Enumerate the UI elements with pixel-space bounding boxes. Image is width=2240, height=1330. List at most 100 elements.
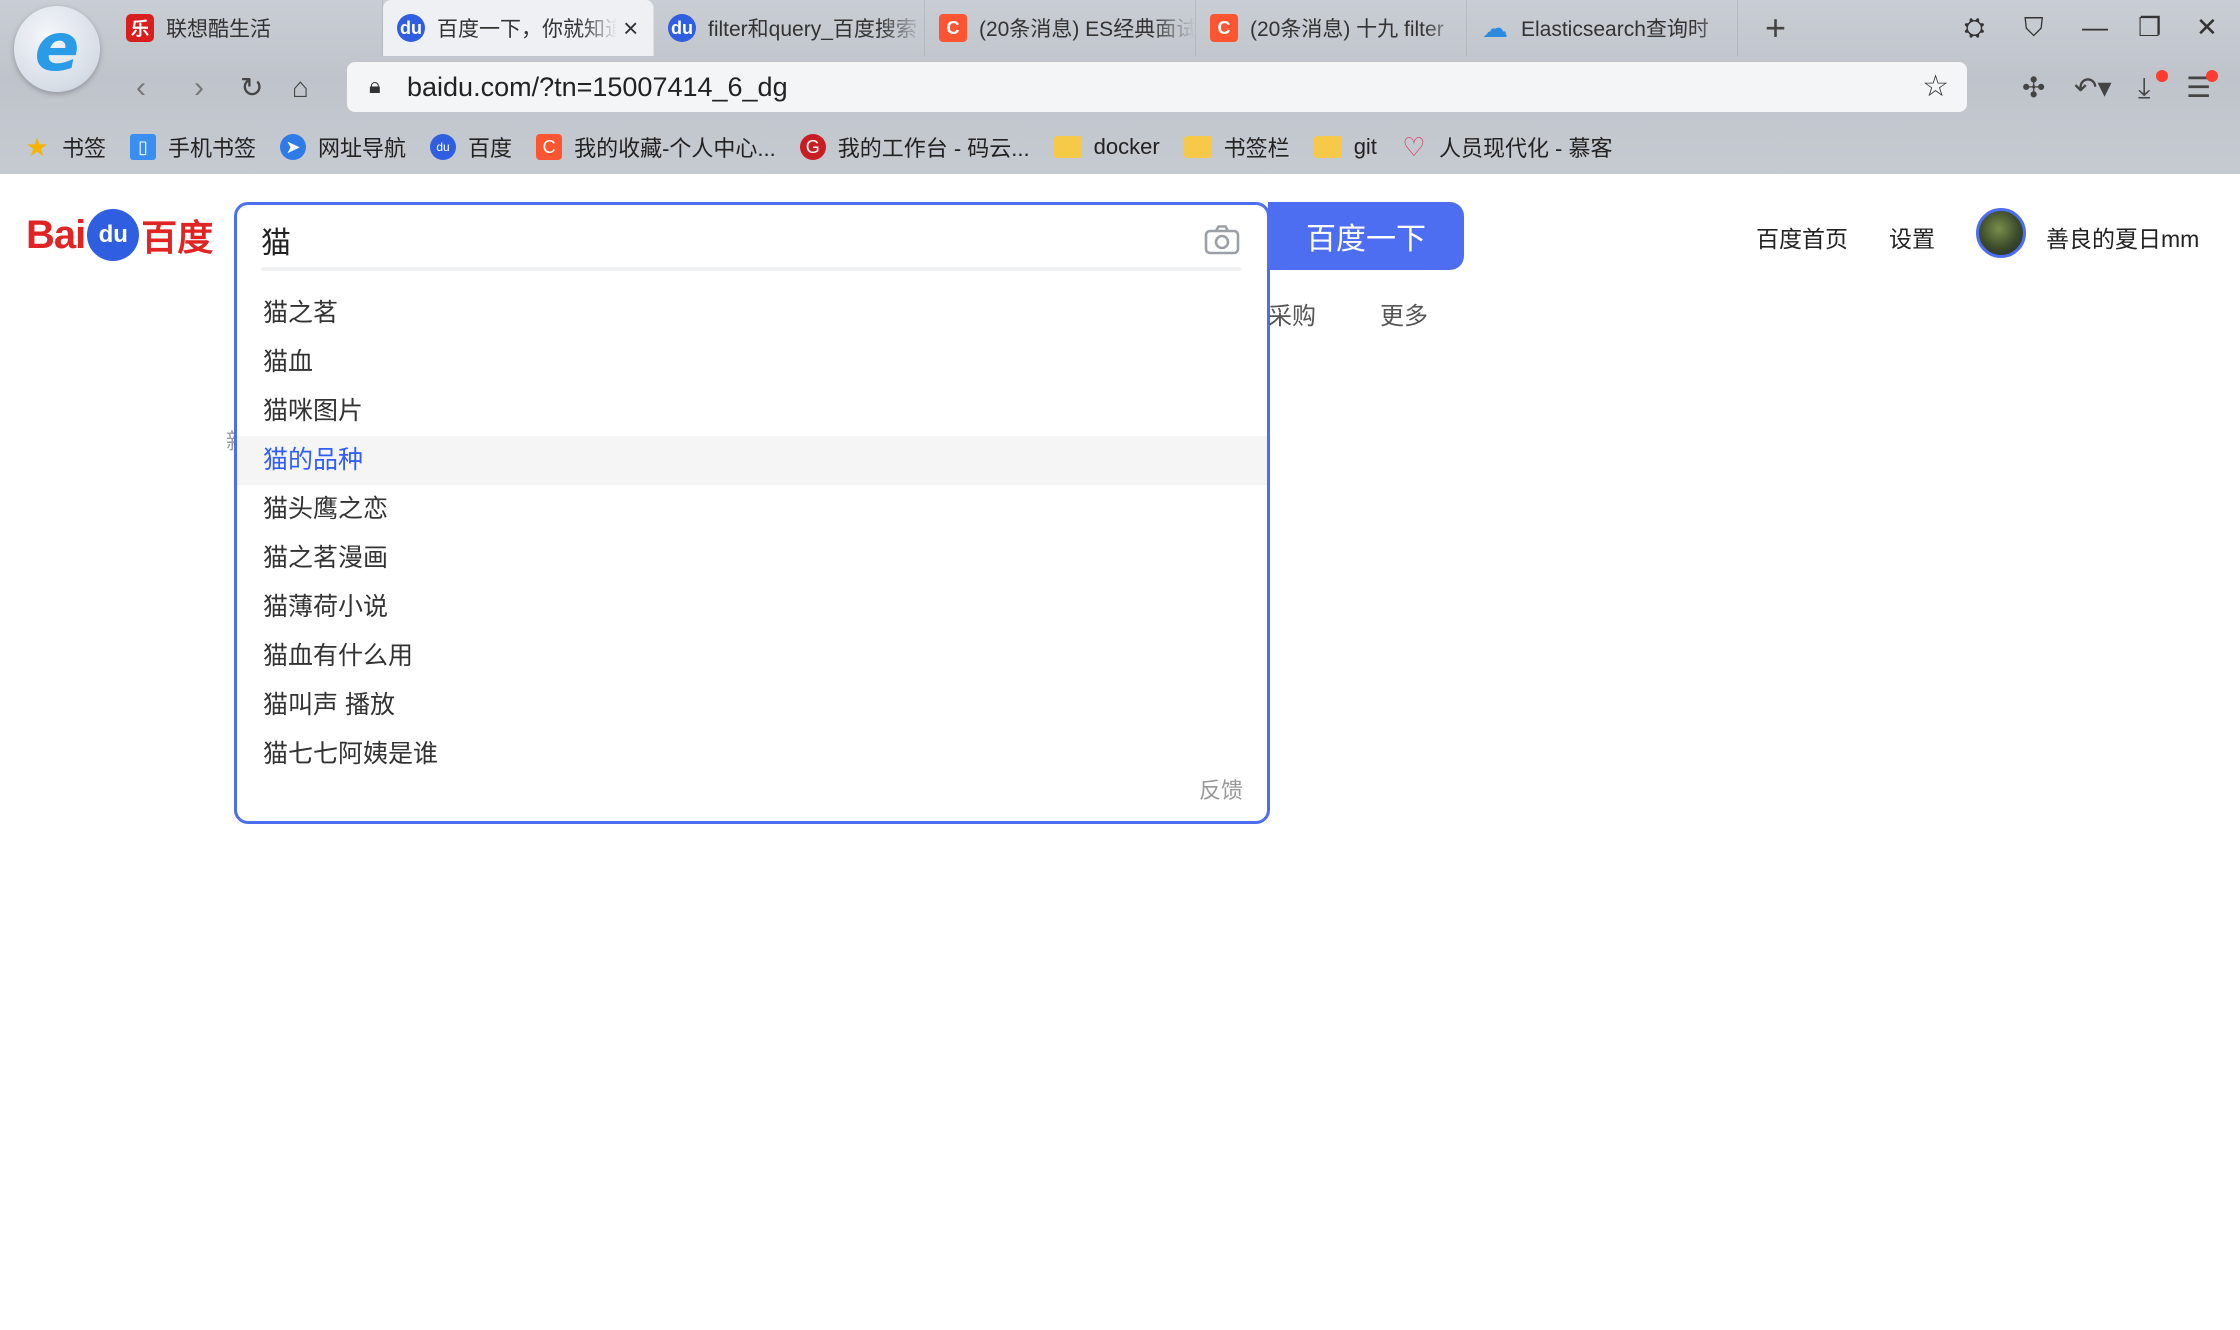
bookmark-item[interactable]: du 百度 xyxy=(430,131,512,163)
menu-badge xyxy=(2206,70,2218,82)
suggestion-item[interactable]: 猫之茗漫画 xyxy=(237,534,1267,583)
download-icon[interactable]: ⤓ xyxy=(2138,70,2150,106)
baidu-paw-icon: du xyxy=(668,14,696,42)
suggestion-item[interactable]: 猫血 xyxy=(237,338,1267,387)
csdn-icon: C xyxy=(536,134,563,160)
browser-chrome: e 乐 联想酷生活 du 百度一下，你就知道 × du filter和query… xyxy=(0,0,2240,174)
compass-icon: ➤ xyxy=(280,134,307,160)
bookmarks-bar: ★ 书签 ▯ 手机书签 ➤ 网址导航 du 百度 C 我的收藏-个人中心... G 我的工作… xyxy=(0,122,1613,172)
tab-title: 联想酷生活 xyxy=(166,18,271,41)
star-icon: ★ xyxy=(25,131,49,162)
bookmark-label: 书签 xyxy=(62,136,107,161)
bookmark-item[interactable]: ★ 书签 xyxy=(24,131,106,163)
search-input[interactable] xyxy=(261,215,1161,265)
gitee-icon: G xyxy=(799,134,826,160)
csdn-icon: C xyxy=(939,14,967,42)
suggestion-item[interactable]: 猫之茗 xyxy=(237,289,1267,338)
tab-title: filter和query_百度搜索 xyxy=(708,18,917,41)
csdn-icon: C xyxy=(1210,14,1238,42)
suggestion-item[interactable]: 猫咪图片 xyxy=(237,387,1267,436)
baidu-logo[interactable]: Bai du 百度 xyxy=(26,205,213,265)
skin-icon[interactable]: ⛉ xyxy=(2024,10,2044,44)
sub-nav-more[interactable]: 更多 xyxy=(1380,296,1428,331)
tab-strip: 乐 联想酷生活 du 百度一下，你就知道 × du filter和query_百… xyxy=(112,0,1738,56)
restore-icon[interactable]: ❐ xyxy=(2138,10,2161,44)
suggestion-item[interactable]: 猫叫声 播放 xyxy=(237,681,1267,730)
suggestion-item-highlighted[interactable]: 猫的品种 xyxy=(237,436,1267,485)
bookmark-label: 我的收藏-个人中心... xyxy=(574,136,776,161)
lenovo-icon: 乐 xyxy=(126,14,154,42)
lock-icon: 🔒︎ xyxy=(369,73,381,98)
baidu-paw-icon: du xyxy=(430,134,457,160)
baidu-paw-icon: du xyxy=(397,14,425,42)
bookmark-label: 百度 xyxy=(468,136,513,161)
bookmark-star-icon[interactable]: ☆ xyxy=(1922,69,1949,104)
logo-text-cn: 百度 xyxy=(141,217,214,258)
tab-title: (20条消息) ES经典面试题 xyxy=(979,18,1195,41)
avatar[interactable] xyxy=(1976,208,2026,258)
bookmark-item[interactable]: G 我的工作台 - 码云... xyxy=(799,131,1030,163)
incognito-icon[interactable]: ⛭ xyxy=(1964,10,1985,44)
bookmark-folder[interactable]: docker xyxy=(1053,134,1160,160)
bookmark-item[interactable]: ▯ 手机书签 xyxy=(130,131,256,163)
tab-title: 百度一下，你就知道 xyxy=(437,18,617,41)
search-button[interactable]: 百度一下 xyxy=(1268,202,1464,270)
tab-csdn-1[interactable]: C (20条消息) ES经典面试题 xyxy=(925,0,1196,56)
reload-icon[interactable]: ↻ xyxy=(240,68,263,108)
undo-close-icon[interactable]: ↶▾ xyxy=(2074,70,2112,106)
baidu-paw-icon: du xyxy=(87,209,140,261)
mook-icon: ♡ xyxy=(1402,131,1426,162)
bookmark-folder[interactable]: git xyxy=(1313,134,1377,160)
tab-baidu-search[interactable]: du filter和query_百度搜索 xyxy=(654,0,925,56)
bookmark-label: 网址导航 xyxy=(318,136,407,161)
download-badge xyxy=(2156,70,2168,82)
close-tab-icon[interactable]: × xyxy=(617,13,646,44)
back-icon[interactable]: ‹ xyxy=(136,68,146,108)
extensions-icon[interactable]: ✣ xyxy=(2022,70,2045,106)
feedback-link[interactable]: 反馈 xyxy=(1199,773,1243,805)
folder-icon xyxy=(1313,136,1342,158)
search-box: 猫之茗 猫血 猫咪图片 猫的品种 猫头鹰之恋 猫之茗漫画 猫薄荷小说 猫血有什么… xyxy=(234,202,1270,824)
close-window-icon[interactable]: ✕ xyxy=(2196,10,2218,44)
bookmark-item[interactable]: C 我的收藏-个人中心... xyxy=(536,131,776,163)
camera-icon[interactable] xyxy=(1202,220,1242,260)
settings-link[interactable]: 设置 xyxy=(1889,220,1935,254)
folder-icon xyxy=(1183,136,1212,158)
sub-nav-purchase[interactable]: 采购 xyxy=(1268,296,1316,331)
minimize-icon[interactable]: — xyxy=(2082,10,2108,44)
bookmark-label: 我的工作台 - 码云... xyxy=(837,136,1030,161)
suggestion-item[interactable]: 猫头鹰之恋 xyxy=(237,485,1267,534)
home-icon[interactable]: ⌂ xyxy=(292,68,309,108)
suggestion-item[interactable]: 猫薄荷小说 xyxy=(237,583,1267,632)
navigation-bar: ‹ › ↻ ⌂ 🔒︎ baidu.com/?tn=15007414_6_dg ☆… xyxy=(0,58,2240,116)
username-link[interactable]: 善良的夏日mm xyxy=(2046,220,2199,254)
bookmark-folder[interactable]: 书签栏 xyxy=(1183,131,1290,163)
address-bar[interactable]: 🔒︎ baidu.com/?tn=15007414_6_dg ☆ xyxy=(347,62,1967,112)
bookmark-label: 手机书签 xyxy=(168,136,257,161)
baidu-home-link[interactable]: 百度首页 xyxy=(1756,220,1848,254)
bookmark-label: 书签栏 xyxy=(1223,136,1290,161)
tab-csdn-2[interactable]: C (20条消息) 十九 filter xyxy=(1196,0,1467,56)
logo-text-du: du xyxy=(98,221,128,248)
bookmark-label: 人员现代化 - 慕客 xyxy=(1438,136,1613,161)
tab-title: (20条消息) 十九 filter xyxy=(1250,18,1444,41)
folder-icon xyxy=(1053,136,1082,158)
bookmark-item[interactable]: ➤ 网址导航 xyxy=(280,131,406,163)
cloud-icon: ☁ xyxy=(1482,12,1508,43)
bookmark-label: git xyxy=(1353,134,1377,159)
url-text[interactable]: baidu.com/?tn=15007414_6_dg xyxy=(407,72,788,103)
new-tab-icon[interactable]: + xyxy=(1765,8,1786,48)
tab-lenovo[interactable]: 乐 联想酷生活 xyxy=(112,0,383,56)
tab-cloud[interactable]: ☁ Elasticsearch查询时 xyxy=(1467,0,1738,56)
bookmark-label: docker xyxy=(1093,134,1160,159)
input-divider xyxy=(261,267,1241,271)
suggestion-item[interactable]: 猫七七阿姨是谁 xyxy=(237,730,1267,779)
tab-baidu-home[interactable]: du 百度一下，你就知道 × xyxy=(383,0,654,56)
suggestion-list: 猫之茗 猫血 猫咪图片 猫的品种 猫头鹰之恋 猫之茗漫画 猫薄荷小说 猫血有什么… xyxy=(237,289,1267,779)
forward-icon[interactable]: › xyxy=(194,68,204,108)
suggestion-item[interactable]: 猫血有什么用 xyxy=(237,632,1267,681)
bookmark-item[interactable]: ♡ 人员现代化 - 慕客 xyxy=(1401,131,1613,163)
phone-icon: ▯ xyxy=(130,134,157,160)
tab-title: Elasticsearch查询时 xyxy=(1521,18,1709,41)
logo-text-bai: Bai xyxy=(26,212,86,257)
